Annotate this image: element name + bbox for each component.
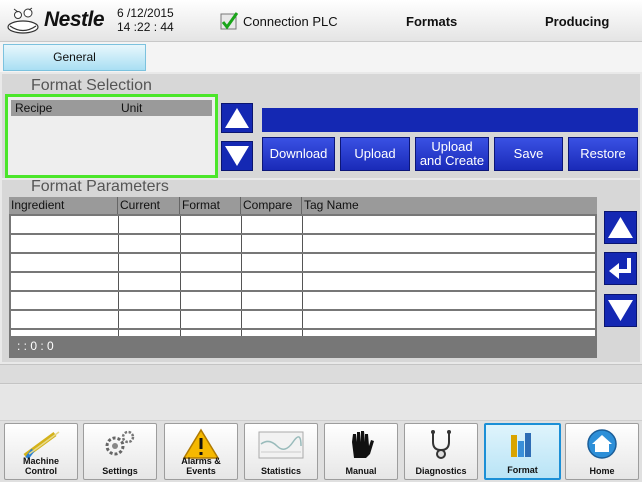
message-bar — [0, 364, 642, 384]
settings-icon — [105, 430, 135, 456]
arrow-up-icon — [225, 108, 249, 128]
tab-general[interactable]: General — [3, 44, 146, 71]
nav-diagnostics[interactable]: Diagnostics — [404, 423, 478, 480]
scroll-down-button[interactable] — [221, 141, 253, 171]
date-text: 6 /12/2015 — [117, 6, 174, 20]
stethoscope-icon — [431, 430, 451, 459]
check-icon — [220, 12, 238, 30]
screen-title: Formats — [406, 14, 458, 29]
enter-icon — [609, 258, 631, 279]
recipe-list-header: Recipe Unit — [11, 100, 212, 116]
table-row[interactable] — [11, 273, 595, 290]
nav-manual[interactable]: Manual — [324, 423, 398, 480]
format-icon — [510, 433, 531, 457]
arrow-up-icon — [608, 217, 633, 238]
nav-statistics[interactable]: Statistics — [244, 423, 318, 480]
param-scroll-up-button[interactable] — [604, 211, 637, 244]
nav-home[interactable]: Home — [565, 423, 639, 480]
time-text: 14 :22 : 44 — [117, 20, 174, 34]
statistics-icon — [258, 431, 304, 459]
arrow-down-icon — [225, 146, 249, 166]
selected-format-display — [262, 108, 638, 132]
nav-label: Home — [589, 466, 615, 476]
col-current: Current — [118, 197, 180, 214]
upload-create-button[interactable]: Upload and Create — [415, 137, 489, 171]
col-format: Format — [180, 197, 241, 214]
nav-label: Alarms & Events — [181, 456, 221, 476]
datetime: 6 /12/2015 14 :22 : 44 — [117, 6, 174, 34]
param-scroll-down-button[interactable] — [604, 294, 637, 327]
arrow-down-icon — [608, 300, 633, 321]
scroll-up-button[interactable] — [221, 103, 253, 133]
nav-label: Diagnostics — [415, 466, 467, 476]
machine-state: Producing — [545, 14, 610, 29]
table-row[interactable] — [11, 330, 595, 336]
col-tag-name: Tag Name — [302, 197, 597, 214]
connection-status: Connection PLC — [243, 14, 338, 29]
nav-alarms-events[interactable]: Alarms & Events — [164, 423, 238, 480]
restore-button[interactable]: Restore — [568, 137, 638, 171]
col-ingredient: Ingredient — [9, 197, 118, 214]
save-button[interactable]: Save — [494, 137, 563, 171]
table-row[interactable] — [11, 235, 595, 252]
brand-logo: Nestle — [44, 8, 105, 31]
recipe-list[interactable]: Recipe Unit — [5, 94, 218, 178]
table-row[interactable] — [11, 311, 595, 328]
download-button[interactable]: Download — [262, 137, 335, 171]
table-status: : : 0 : 0 — [11, 337, 596, 355]
upload-button[interactable]: Upload — [340, 137, 410, 171]
nav-settings[interactable]: Settings — [83, 423, 157, 480]
nest-logo-icon — [7, 7, 39, 34]
table-row[interactable] — [11, 216, 595, 233]
spacer-area — [0, 385, 642, 420]
table-row[interactable] — [11, 254, 595, 271]
nav-label: Settings — [102, 466, 138, 476]
nav-label: Format — [507, 465, 538, 475]
table-row[interactable] — [11, 292, 595, 309]
format-selection-title: Format Selection — [31, 77, 152, 94]
nav-machine-control[interactable]: Machine Control — [4, 423, 78, 480]
nav-label: Statistics — [260, 466, 302, 476]
col-recipe: Recipe — [15, 101, 53, 115]
col-unit: Unit — [121, 101, 143, 115]
format-parameters-title: Format Parameters — [31, 178, 169, 195]
nav-format[interactable]: Format — [484, 423, 561, 480]
nav-label: Manual — [345, 466, 377, 476]
nav-label: Machine Control — [22, 456, 59, 476]
home-icon — [587, 429, 617, 459]
parameters-table[interactable]: Ingredient Current Format Compare Tag Na… — [9, 197, 597, 358]
hand-icon — [352, 431, 374, 458]
col-compare: Compare — [241, 197, 302, 214]
enter-button[interactable] — [604, 252, 637, 285]
